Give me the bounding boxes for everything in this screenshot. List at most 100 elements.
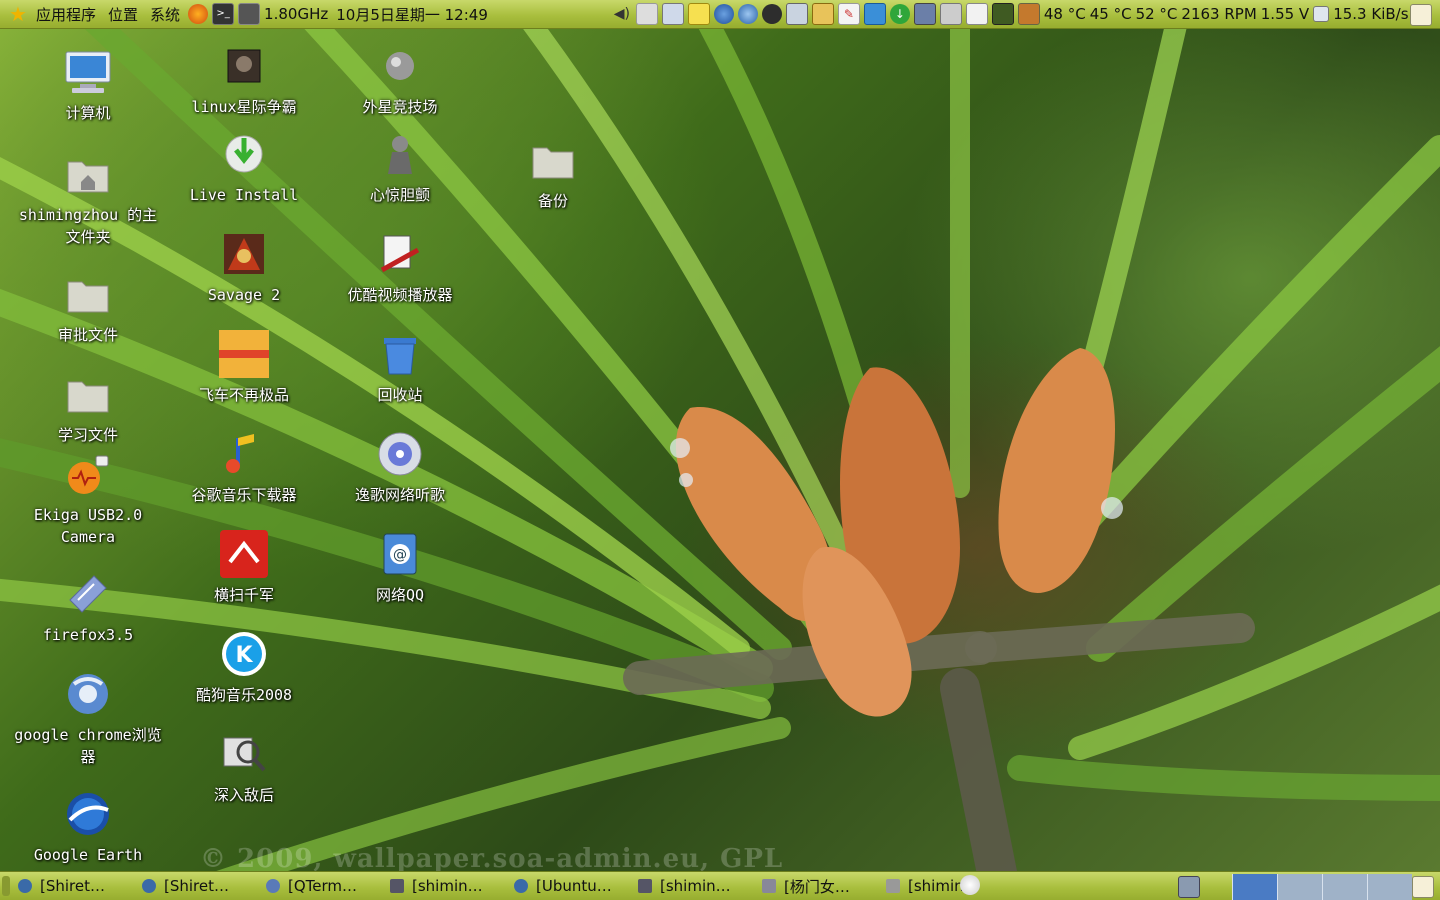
download-icon[interactable]: ↓ — [889, 4, 910, 24]
fan-speed: 2163 RPM — [1181, 5, 1257, 23]
magnifier-icon — [220, 730, 268, 778]
workspace-4[interactable] — [1367, 874, 1412, 900]
top-panel: ★ 应用程序 位置 系统 >_ 1.80GHz 10月5日星期一 12:49 ◀… — [0, 0, 1440, 29]
printer-icon[interactable] — [939, 3, 962, 25]
menu-applications[interactable]: ★ 应用程序 — [0, 0, 102, 28]
task-label: [Shiret… — [164, 877, 229, 895]
desktop-icon-firefox[interactable]: firefox3.5 — [13, 570, 163, 646]
hand-icon[interactable] — [811, 3, 834, 25]
temperature-3: 52 °C — [1135, 5, 1178, 23]
desktop-icon-label: Live Install — [189, 186, 299, 204]
clipboard-icon[interactable] — [965, 3, 988, 25]
star-icon: ★ — [9, 2, 27, 26]
desktop-icon-label: 谷歌音乐下载器 — [191, 486, 297, 504]
chart-icon[interactable] — [913, 3, 936, 25]
volume-icon[interactable]: ◀) — [612, 4, 632, 24]
desktop-icon-starcraft[interactable]: linux星际争霸 — [169, 42, 319, 118]
workspace-3[interactable] — [1322, 874, 1367, 900]
desktop-icon-need-for-speed[interactable]: 飞车不再极品 — [169, 330, 319, 406]
desktop-icon-behind-enemy[interactable]: 深入敌后 — [169, 730, 319, 806]
desktop-icon-home-folder[interactable]: shimingzhou 的主文件夹 — [13, 150, 163, 248]
desktop-icon-youku[interactable]: 优酷视频播放器 — [325, 230, 475, 306]
task-button[interactable]: [Shiret… — [136, 874, 248, 898]
desktop-icon-webqq[interactable]: @ 网络QQ — [325, 530, 475, 606]
temperature-1: 48 °C — [1043, 5, 1086, 23]
update-icon[interactable] — [661, 3, 684, 25]
task-label: [Shiret… — [40, 877, 105, 895]
desktop-icon-label: 酷狗音乐2008 — [195, 686, 293, 704]
desktop-icon-ekiga[interactable]: Ekiga USB2.0 Camera — [13, 450, 163, 548]
browser-icon[interactable] — [737, 4, 758, 24]
edit-icon[interactable]: ✎ — [837, 3, 860, 25]
menu-system[interactable]: 系统 — [144, 0, 186, 28]
terminal-icon — [390, 879, 404, 893]
workspace-2[interactable] — [1277, 874, 1322, 900]
desktop-icon-label: google chrome浏览器 — [14, 726, 162, 766]
home-folder-icon — [64, 150, 112, 198]
address-book-icon: @ — [376, 530, 424, 578]
cd-icon — [376, 430, 424, 478]
mania-drive-icon — [219, 330, 269, 378]
desktop-icon-hengsao[interactable]: 横扫千军 — [169, 530, 319, 606]
workspace-1[interactable] — [1232, 874, 1277, 900]
terminal-icon — [638, 879, 652, 893]
desktop-icon-trash[interactable]: 回收站 — [325, 330, 475, 406]
firefox-launcher-icon[interactable] — [188, 4, 209, 24]
task-button[interactable]: [shimin… — [632, 874, 744, 898]
cpu-monitor-icon — [238, 3, 261, 25]
document-icon — [762, 879, 776, 893]
notes-icon[interactable] — [687, 3, 710, 25]
desktop-icon-live-install[interactable]: Live Install — [169, 130, 319, 206]
chat-icon[interactable] — [761, 4, 782, 24]
desktop-icon-label: 回收站 — [377, 386, 423, 404]
desktop-icon-label: 逸歌网络听歌 — [354, 486, 445, 504]
window-icon[interactable] — [863, 3, 886, 25]
display-icon[interactable] — [785, 3, 808, 25]
desktop-icon-backup[interactable]: 备份 — [478, 136, 628, 212]
desktop-icon-savage[interactable]: Savage 2 — [169, 230, 319, 306]
clock[interactable]: 10月5日星期一 12:49 — [330, 4, 490, 25]
desktop-icon-google-earth[interactable]: Google Earth — [13, 790, 163, 866]
desktop-icon-kugou[interactable]: K 酷狗音乐2008 — [169, 630, 319, 706]
show-desktop-icon[interactable] — [1410, 4, 1432, 26]
svg-text:@: @ — [393, 547, 407, 563]
terminal-launcher-icon[interactable]: >_ — [212, 3, 235, 25]
desktop-icon-heart-stop[interactable]: 心惊胆颤 — [325, 130, 475, 206]
desktop-icon-study-files[interactable]: 学习文件 — [13, 370, 163, 446]
task-button[interactable]: [QTerm… — [260, 874, 372, 898]
desktop-icon-label: 深入敌后 — [213, 786, 274, 804]
bottom-panel: [Shiret… [Shiret… [QTerm… [shimin… [Ubun… — [0, 871, 1440, 900]
task-button[interactable]: [shimin… — [384, 874, 496, 898]
desktop-icon-label: 网络QQ — [375, 586, 425, 604]
desktop-icon-arena[interactable]: 外星竞技场 — [325, 42, 475, 118]
network-speed: 15.3 KiB/s — [1333, 5, 1409, 23]
kugou-icon: K — [220, 630, 268, 678]
desktop-icon-computer[interactable]: 计算机 — [13, 48, 163, 124]
window-selector-icon[interactable] — [1178, 876, 1200, 898]
globe-icon[interactable] — [713, 4, 734, 24]
cpu-frequency: 1.80GHz — [264, 5, 329, 23]
desktop-icon-label: 优酷视频播放器 — [347, 286, 453, 304]
workspace-switcher — [1232, 874, 1412, 900]
live-install-icon — [220, 130, 268, 178]
folder-icon — [64, 270, 112, 318]
desktop-icon-yige[interactable]: 逸歌网络听歌 — [325, 430, 475, 506]
desktop-icon-google-music[interactable]: 谷歌音乐下载器 — [169, 430, 319, 506]
chrome-icon — [64, 670, 112, 718]
task-button[interactable]: [Shiret… — [12, 874, 124, 898]
music-note-icon — [220, 430, 268, 478]
panel-handle-icon[interactable] — [2, 876, 10, 896]
folder-icon — [64, 370, 112, 418]
desktop-icon-approval-files[interactable]: 审批文件 — [13, 270, 163, 346]
browser-icon — [514, 879, 528, 893]
voltage-readout: 1.55 V — [1260, 5, 1310, 23]
task-button[interactable]: [Ubuntu… — [508, 874, 620, 898]
task-button[interactable]: [杨门女… — [756, 874, 868, 898]
menu-places[interactable]: 位置 — [102, 0, 144, 28]
desktop-icon-label: linux星际争霸 — [191, 98, 297, 116]
desktop-icon-chrome[interactable]: google chrome浏览器 — [13, 670, 163, 768]
trash-applet-icon[interactable] — [1412, 876, 1434, 898]
network-manager-icon[interactable] — [635, 3, 658, 25]
disc-icon[interactable] — [960, 875, 980, 895]
sensors-icon — [991, 3, 1014, 25]
